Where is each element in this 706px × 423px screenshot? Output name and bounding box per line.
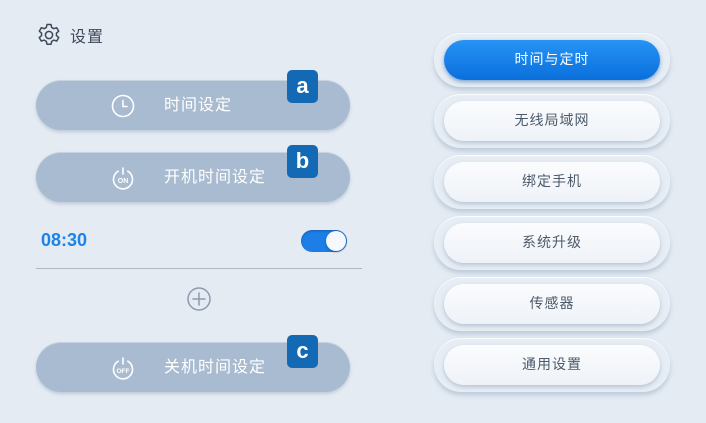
menu-item-label: 无线局域网	[444, 101, 660, 141]
power-on-time-label: 开机时间设定	[164, 167, 267, 186]
page-title: 设置	[70, 27, 105, 46]
divider	[36, 268, 362, 269]
toggle-knob	[326, 231, 346, 251]
time-setting-label: 时间设定	[164, 95, 233, 114]
menu-item-time-and-timer[interactable]: 时间与定时	[434, 33, 670, 87]
menu-item-general-settings[interactable]: 通用设置	[434, 338, 670, 392]
menu-item-label: 系统升级	[444, 223, 660, 263]
menu-item-label: 绑定手机	[444, 162, 660, 202]
plus-circle-icon[interactable]	[186, 286, 212, 312]
schedule-toggle[interactable]	[301, 230, 347, 252]
power-off-icon-text: OFF	[117, 368, 130, 375]
clock-icon	[110, 93, 136, 119]
menu-item-label: 传感器	[444, 284, 660, 324]
menu-item-system-upgrade[interactable]: 系统升级	[434, 216, 670, 270]
menu-item-label: 时间与定时	[444, 40, 660, 80]
page-header: 设置	[36, 22, 104, 48]
menu-item-label: 通用设置	[444, 345, 660, 385]
power-off-time-label: 关机时间设定	[164, 357, 267, 376]
badge-c: c	[287, 335, 318, 368]
menu-item-sensor[interactable]: 传感器	[434, 277, 670, 331]
badge-a: a	[287, 70, 318, 103]
menu-item-bind-phone[interactable]: 绑定手机	[434, 155, 670, 209]
badge-b: b	[287, 145, 318, 178]
scheduled-time: 08:30	[41, 230, 88, 250]
power-off-icon: OFF	[110, 355, 136, 381]
power-on-icon: ON	[110, 165, 136, 191]
gear-icon	[36, 22, 62, 48]
settings-screen: 设置 时间设定 a ON 开机时间设定 b 08:30 OFF 关机时间设定 c…	[0, 0, 706, 423]
menu-item-wlan[interactable]: 无线局域网	[434, 94, 670, 148]
power-on-icon-text: ON	[118, 178, 129, 185]
